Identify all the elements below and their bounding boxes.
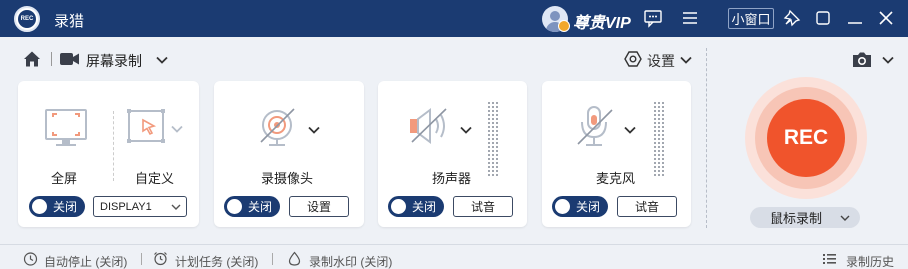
clock-icon [23,252,38,266]
speaker-toggle[interactable]: 关闭 [388,196,444,217]
screen-toggle-label: 关闭 [53,200,78,214]
chevron-down-icon[interactable] [170,122,184,136]
chevron-down-icon [840,215,850,221]
watermark-link[interactable]: 录制水印 (关闭) [309,253,392,269]
panel-divider [706,48,707,228]
mic-card: 麦克风 关闭 试音 [542,81,691,227]
screen-card: 全屏 自定义 关闭 DISPLAY1 [18,81,199,227]
history-link[interactable]: 录制历史 [846,253,894,269]
rec-button[interactable]: REC [767,99,845,177]
speaker-volume-meter [487,101,498,176]
status-divider [272,253,273,265]
mini-window-button[interactable]: 小窗口 [728,8,774,29]
chevron-down-icon[interactable] [155,53,169,67]
home-icon[interactable] [23,50,41,68]
watermark-drop-icon [288,251,301,266]
camera-card: 录摄像头 关闭 设置 [214,81,364,227]
app-logo: REC [14,6,40,32]
microphone-icon[interactable] [574,104,618,150]
toolbar-divider [51,52,52,66]
custom-area-icon[interactable] [126,107,168,147]
speaker-toggle-label: 关闭 [412,200,437,214]
app-logo-text: REC [18,10,36,28]
minus-icon[interactable] [845,8,865,28]
screenshot-camera-icon[interactable] [852,51,872,68]
chevron-down-icon [171,204,181,210]
pin-icon[interactable] [782,8,802,28]
video-camera-icon [60,53,79,65]
screen-toggle[interactable]: 关闭 [29,196,85,217]
display-select[interactable]: DISPLAY1 [93,196,187,217]
alarm-clock-icon [154,252,167,266]
mouse-record-select[interactable]: 鼠标录制 [750,207,860,228]
vip-label[interactable]: 尊贵VIP [573,9,631,33]
custom-label[interactable]: 自定义 [135,168,174,187]
camera-toggle-label: 关闭 [248,200,273,214]
vip-badge-icon [558,20,570,32]
fullscreen-label[interactable]: 全屏 [51,168,77,187]
fullscreen-monitor-icon[interactable] [44,107,88,151]
webcam-icon[interactable] [256,104,302,150]
close-icon[interactable] [876,8,896,28]
mic-label: 麦克风 [596,171,636,186]
speaker-test-button[interactable]: 试音 [453,196,513,217]
settings-label[interactable]: 设置 [647,51,675,71]
chevron-down-icon[interactable] [881,53,895,67]
mic-toggle[interactable]: 关闭 [552,196,608,217]
title-bar: REC 录猎 尊贵VIP 小窗口 [0,0,908,37]
minimize-icon[interactable] [813,8,833,28]
mouse-record-label: 鼠标录制 [770,211,823,226]
speaker-icon[interactable] [408,106,454,146]
chevron-down-icon[interactable] [623,123,637,137]
menu-icon[interactable] [680,8,700,28]
screen-divider [113,111,114,181]
chevron-down-icon[interactable] [459,123,473,137]
speaker-card: 扬声器 关闭 试音 [378,81,527,227]
mode-selector[interactable]: 屏幕录制 [86,51,142,71]
status-divider [141,253,142,265]
message-icon[interactable] [643,8,663,28]
display-select-value: DISPLAY1 [100,200,152,213]
schedule-link[interactable]: 计划任务 (关闭) [175,253,258,269]
camera-label: 录摄像头 [261,171,314,186]
auto-stop-link[interactable]: 自动停止 (关闭) [44,253,127,269]
mic-volume-meter [653,101,664,176]
list-icon [823,254,836,264]
camera-settings-button[interactable]: 设置 [289,196,349,217]
status-bar: 自动停止 (关闭) 计划任务 (关闭) 录制水印 (关闭) 录制历史 [0,244,908,269]
mic-test-button[interactable]: 试音 [617,196,677,217]
chevron-down-icon[interactable] [679,53,693,67]
camera-toggle[interactable]: 关闭 [224,196,280,217]
chevron-down-icon[interactable] [307,123,321,137]
app-title: 录猎 [54,13,85,30]
mic-toggle-label: 关闭 [576,200,601,214]
speaker-label: 扬声器 [432,171,472,186]
settings-icon[interactable] [624,50,642,68]
